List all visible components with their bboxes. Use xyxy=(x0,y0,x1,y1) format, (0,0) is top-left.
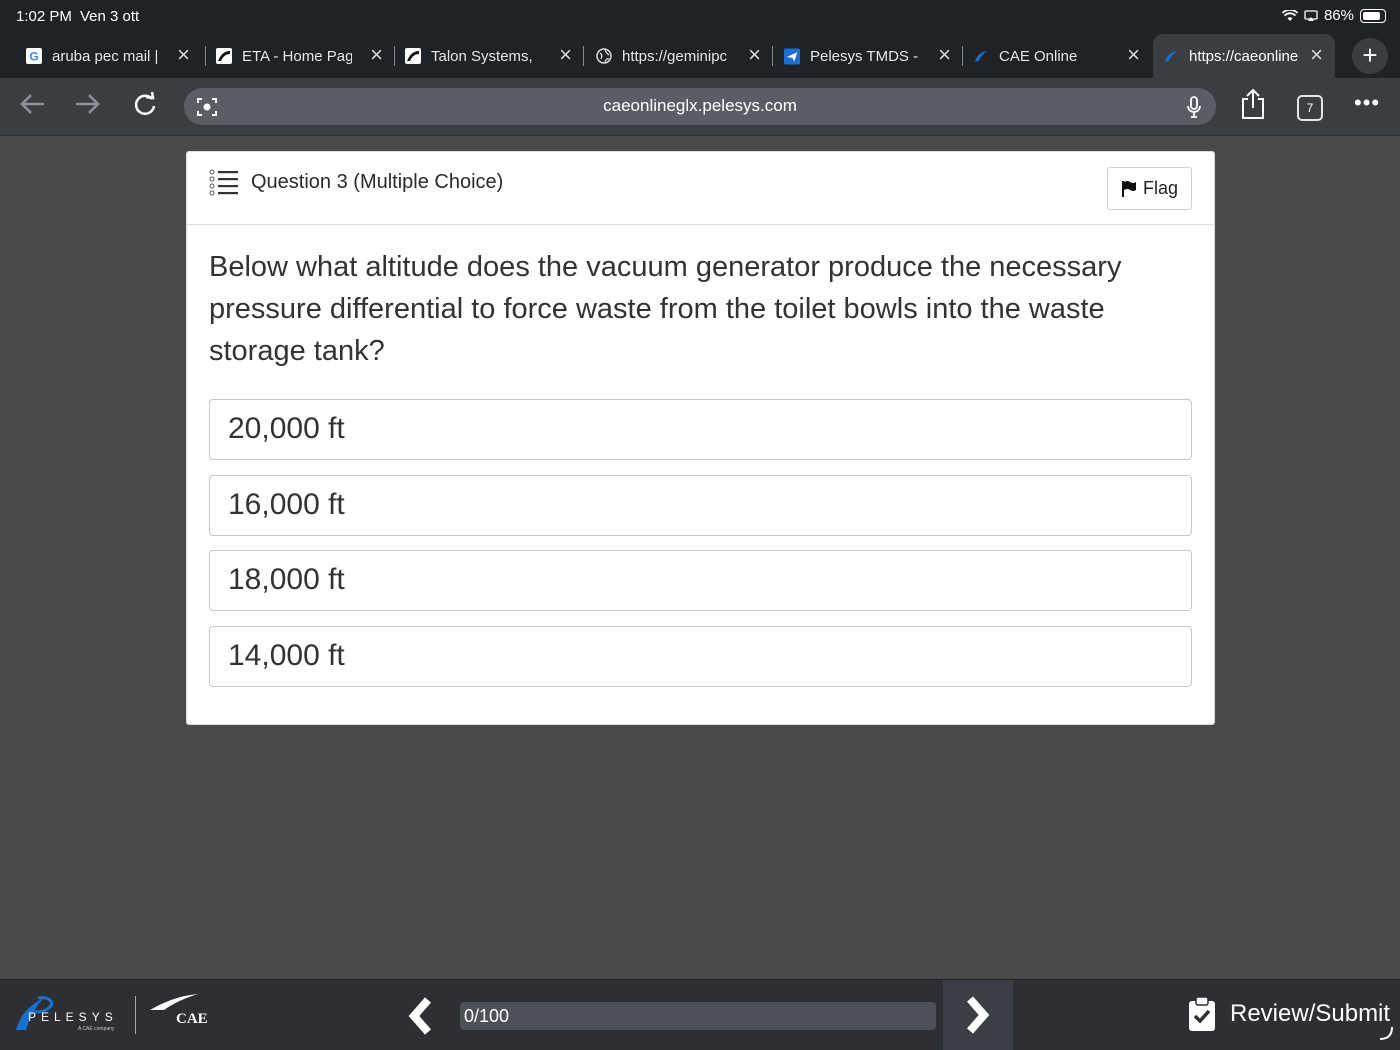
tab-pelesys-tmds[interactable]: Pelesys TMDS - × xyxy=(773,34,963,78)
tab-title: aruba pec mail | xyxy=(52,47,158,65)
next-question-button[interactable] xyxy=(943,980,1013,1050)
tab-title: ETA - Home Pag xyxy=(242,47,352,65)
chevron-right-icon xyxy=(966,996,990,1034)
back-arrow-icon xyxy=(20,94,44,114)
microphone-icon[interactable] xyxy=(1186,95,1202,124)
url-text: caeonlineglx.pelesys.com xyxy=(603,96,797,115)
eta-icon xyxy=(216,48,232,64)
flag-button[interactable]: Flag xyxy=(1107,167,1192,210)
globe-icon xyxy=(596,48,612,64)
status-indicators: 86% xyxy=(1281,7,1386,24)
tab-caeonline-active[interactable]: https://caeonline × xyxy=(1153,34,1335,78)
tab-title: https://caeonline xyxy=(1189,47,1299,65)
tab-strip: G aruba pec mail | × ETA - Home Pag × Ta… xyxy=(0,34,1400,78)
tab-title: CAE Online xyxy=(999,47,1078,65)
forward-button[interactable] xyxy=(74,90,102,124)
tab-talon-systems[interactable]: Talon Systems, × xyxy=(395,34,584,78)
progress-bar: 0/100 xyxy=(460,1002,936,1030)
status-date: Ven 3 ott xyxy=(80,8,140,25)
review-submit-button[interactable]: Review/Submit xyxy=(1188,996,1390,1032)
address-bar[interactable]: caeonlineglx.pelesys.com xyxy=(184,88,1216,125)
answer-option-label: 20,000 ft xyxy=(228,412,345,445)
cae-logo-text: CAE xyxy=(176,1011,208,1027)
flag-icon xyxy=(1121,180,1136,197)
answer-option-label: 16,000 ft xyxy=(228,488,345,521)
close-tab-icon[interactable]: × xyxy=(559,44,572,66)
question-text: Below what altitude does the vacuum gene… xyxy=(209,251,1122,367)
pelesys-logo-text: PELESYS xyxy=(28,1010,118,1024)
clipboard-check-icon xyxy=(1189,996,1215,1031)
tab-geminipc[interactable]: https://geminipc × xyxy=(584,34,773,78)
pelesys-icon xyxy=(1163,48,1179,64)
progress-text: 0/100 xyxy=(464,1006,510,1026)
answer-option-1[interactable]: 20,000 ft xyxy=(209,399,1192,460)
chevron-left-icon xyxy=(408,997,432,1035)
question-title: Question 3 (Multiple Choice) xyxy=(251,171,504,193)
status-time: 1:02 PM xyxy=(16,8,72,25)
forward-arrow-icon xyxy=(76,94,100,114)
share-icon xyxy=(1242,88,1264,119)
previous-question-button[interactable] xyxy=(400,996,440,1041)
question-card: Question 3 (Multiple Choice) Flag Below … xyxy=(186,151,1215,725)
tab-title: Talon Systems, xyxy=(431,47,533,65)
tab-eta-home[interactable]: ETA - Home Pag × xyxy=(206,34,395,78)
close-tab-icon[interactable]: × xyxy=(1127,44,1140,66)
logo-divider xyxy=(135,996,136,1034)
pelesys-logo: PELESYS A CAE company xyxy=(14,994,126,1037)
exam-footer: PELESYS A CAE company CAE 0/100 Review/S… xyxy=(0,979,1400,1050)
status-bar: 1:02 PM Ven 3 ott 86% xyxy=(0,0,1400,34)
reload-icon xyxy=(134,91,156,115)
tab-title: https://geminipc xyxy=(622,47,728,65)
share-button[interactable] xyxy=(1240,88,1266,126)
battery-icon xyxy=(1360,8,1386,23)
answer-option-label: 18,000 ft xyxy=(228,563,345,596)
new-tab-button[interactable]: + xyxy=(1352,38,1388,74)
wifi-icon xyxy=(1281,9,1298,21)
pelesys-tagline: A CAE company xyxy=(78,1026,115,1032)
close-tab-icon[interactable]: × xyxy=(177,44,190,66)
answer-option-4[interactable]: 14,000 ft xyxy=(209,626,1192,687)
talon-icon xyxy=(405,48,421,64)
question-header: Question 3 (Multiple Choice) Flag xyxy=(187,152,1214,225)
resize-corner-icon xyxy=(1378,1025,1394,1046)
reload-button[interactable] xyxy=(131,90,159,124)
screen-mirroring-icon xyxy=(1304,9,1318,21)
back-button[interactable] xyxy=(18,90,46,124)
answer-option-3[interactable]: 18,000 ft xyxy=(209,550,1192,611)
more-menu-icon[interactable]: ••• xyxy=(1354,90,1380,116)
battery-percent: 86% xyxy=(1323,7,1354,24)
tab-cae-online[interactable]: CAE Online × xyxy=(963,34,1152,78)
list-icon xyxy=(209,168,239,201)
tab-aruba-pec-mail[interactable]: G aruba pec mail | × xyxy=(0,34,206,78)
tab-count-button[interactable]: 7 xyxy=(1297,95,1323,121)
svg-text:G: G xyxy=(29,50,38,64)
pelesys-icon xyxy=(973,48,989,64)
cae-logo: CAE xyxy=(148,992,212,1033)
flag-label: Flag xyxy=(1142,178,1178,198)
close-tab-icon[interactable]: × xyxy=(370,44,383,66)
google-icon: G xyxy=(26,48,42,64)
close-tab-icon[interactable]: × xyxy=(938,44,951,66)
answer-option-label: 14,000 ft xyxy=(228,639,345,672)
close-tab-icon[interactable]: × xyxy=(748,44,761,66)
plane-icon xyxy=(784,48,800,64)
tab-title: Pelesys TMDS - xyxy=(810,47,919,65)
answer-option-2[interactable]: 16,000 ft xyxy=(209,475,1192,536)
review-submit-label: Review/Submit xyxy=(1230,1000,1391,1027)
browser-toolbar: caeonlineglx.pelesys.com 7 ••• xyxy=(0,78,1400,136)
close-tab-icon[interactable]: × xyxy=(1310,44,1323,66)
